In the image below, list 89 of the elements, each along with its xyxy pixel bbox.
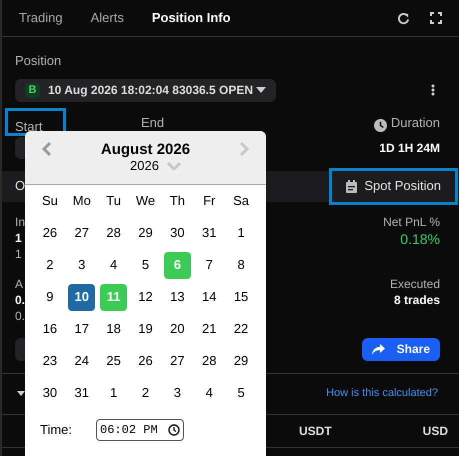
day-cell[interactable]: 14 — [196, 284, 223, 310]
stat-value: 8 trades — [394, 292, 440, 308]
end-label: End — [141, 114, 164, 132]
tab[interactable]: Trading — [19, 8, 63, 28]
time-label: Time: — [40, 421, 72, 440]
day-cell[interactable]: 13 — [164, 284, 191, 310]
day-cell[interactable]: 27 — [164, 348, 191, 374]
stat-value: 0. — [15, 292, 26, 308]
position-dropdown[interactable]: B 10 Aug 2026 18:02:04 83036.5 OPEN — [15, 78, 276, 102]
day-cell[interactable]: 8 — [228, 252, 255, 278]
day-cell[interactable]: 30 — [164, 220, 191, 246]
weekday-label: Tu — [105, 192, 122, 210]
refresh-icon[interactable] — [397, 12, 410, 24]
fullscreen-icon[interactable] — [430, 12, 442, 24]
day-cell[interactable]: 25 — [100, 348, 128, 374]
section-title: O — [15, 177, 26, 196]
left-button[interactable] — [15, 338, 25, 360]
day-cell[interactable]: 4 — [100, 252, 128, 278]
day-cell[interactable]: 3 — [68, 252, 96, 278]
duration-value: 1D 1H 24M — [379, 140, 440, 156]
calendar-icon — [346, 180, 358, 192]
day-cell[interactable]: 9 — [36, 284, 64, 310]
year-select[interactable]: 2026 — [130, 158, 159, 174]
day-cell[interactable]: 15 — [228, 284, 255, 310]
day-cell[interactable]: 5 — [132, 252, 159, 278]
caret-icon — [256, 87, 266, 93]
weekday-label: Th — [168, 192, 186, 210]
stat-sub: 0. — [15, 308, 26, 324]
day-cell[interactable]: 30 — [36, 380, 64, 406]
day-cell[interactable]: 18 — [100, 316, 128, 342]
weekday-label: Fr — [202, 192, 216, 210]
day-cell[interactable]: 23 — [36, 348, 64, 374]
column-header: USDT — [299, 422, 332, 440]
help-link[interactable]: How is this calculated? — [326, 385, 438, 402]
stat-value: 0.18% — [400, 230, 440, 248]
previous-month-icon[interactable] — [41, 141, 53, 157]
day-cell[interactable]: 26 — [36, 220, 64, 246]
day-cell[interactable]: 19 — [132, 316, 159, 342]
time-field[interactable]: 06:02 PM — [96, 419, 184, 441]
weekday-label: We — [134, 192, 156, 210]
day-cell[interactable]: 5 — [228, 380, 255, 406]
day-cell[interactable]: 21 — [196, 316, 223, 342]
position-label: Position — [15, 52, 62, 70]
day-cell[interactable]: 4 — [196, 380, 223, 406]
chevron-down-icon[interactable] — [166, 162, 181, 170]
clock-icon — [374, 118, 387, 132]
weekday-label: Mo — [72, 192, 92, 210]
day-cell[interactable]: 28 — [100, 220, 128, 246]
day-cell[interactable]: 1 — [228, 220, 255, 246]
day-cell[interactable]: 16 — [36, 316, 64, 342]
day-cell[interactable]: 20 — [164, 316, 191, 342]
weekday-label: Sa — [232, 192, 250, 210]
next-month-icon[interactable] — [238, 141, 250, 157]
tab[interactable]: Position Info — [152, 8, 231, 28]
stat-label: Net PnL % — [383, 214, 440, 230]
start-field[interactable] — [15, 136, 25, 158]
day-cell[interactable]: 22 — [228, 316, 255, 342]
day-cell[interactable]: 17 — [68, 316, 96, 342]
day-cell[interactable]: 2 — [132, 380, 159, 406]
stat-value: 1 — [15, 230, 22, 246]
more-icon[interactable] — [431, 84, 435, 96]
stat-sub: 1 — [15, 246, 22, 262]
day-cell[interactable]: 27 — [68, 220, 96, 246]
stat-label: In — [15, 214, 26, 230]
day-cell[interactable]: 31 — [196, 220, 223, 246]
clock-icon — [168, 424, 180, 436]
day-cell[interactable]: 26 — [132, 348, 159, 374]
month-title: August 2026 — [100, 141, 190, 158]
day-cell[interactable]: 29 — [132, 220, 159, 246]
day-cell[interactable]: 24 — [68, 348, 96, 374]
day-cell[interactable]: 7 — [196, 252, 223, 278]
caret-icon[interactable] — [17, 391, 25, 396]
weekday-label: Su — [40, 192, 59, 210]
share-arrow-icon — [372, 344, 385, 354]
day-cell[interactable]: 12 — [132, 284, 159, 310]
day-cell[interactable]: 28 — [196, 348, 223, 374]
stat-label: A — [15, 276, 24, 292]
duration-label: Duration — [390, 114, 440, 132]
day-cell[interactable]: 2 — [36, 252, 64, 278]
day-cell[interactable]: 1 — [100, 380, 128, 406]
column-header: USD — [422, 422, 448, 440]
day-cell[interactable]: 3 — [164, 380, 191, 406]
day-cell[interactable]: 29 — [228, 348, 255, 374]
share-button[interactable]: Share — [362, 338, 440, 360]
stat-label: Executed — [390, 276, 440, 292]
day-cell[interactable]: 31 — [68, 380, 96, 406]
tab[interactable]: Alerts — [90, 8, 124, 28]
spot-position-button[interactable]: Spot Position — [329, 168, 458, 204]
day-cell[interactable]: 10 — [68, 284, 96, 310]
